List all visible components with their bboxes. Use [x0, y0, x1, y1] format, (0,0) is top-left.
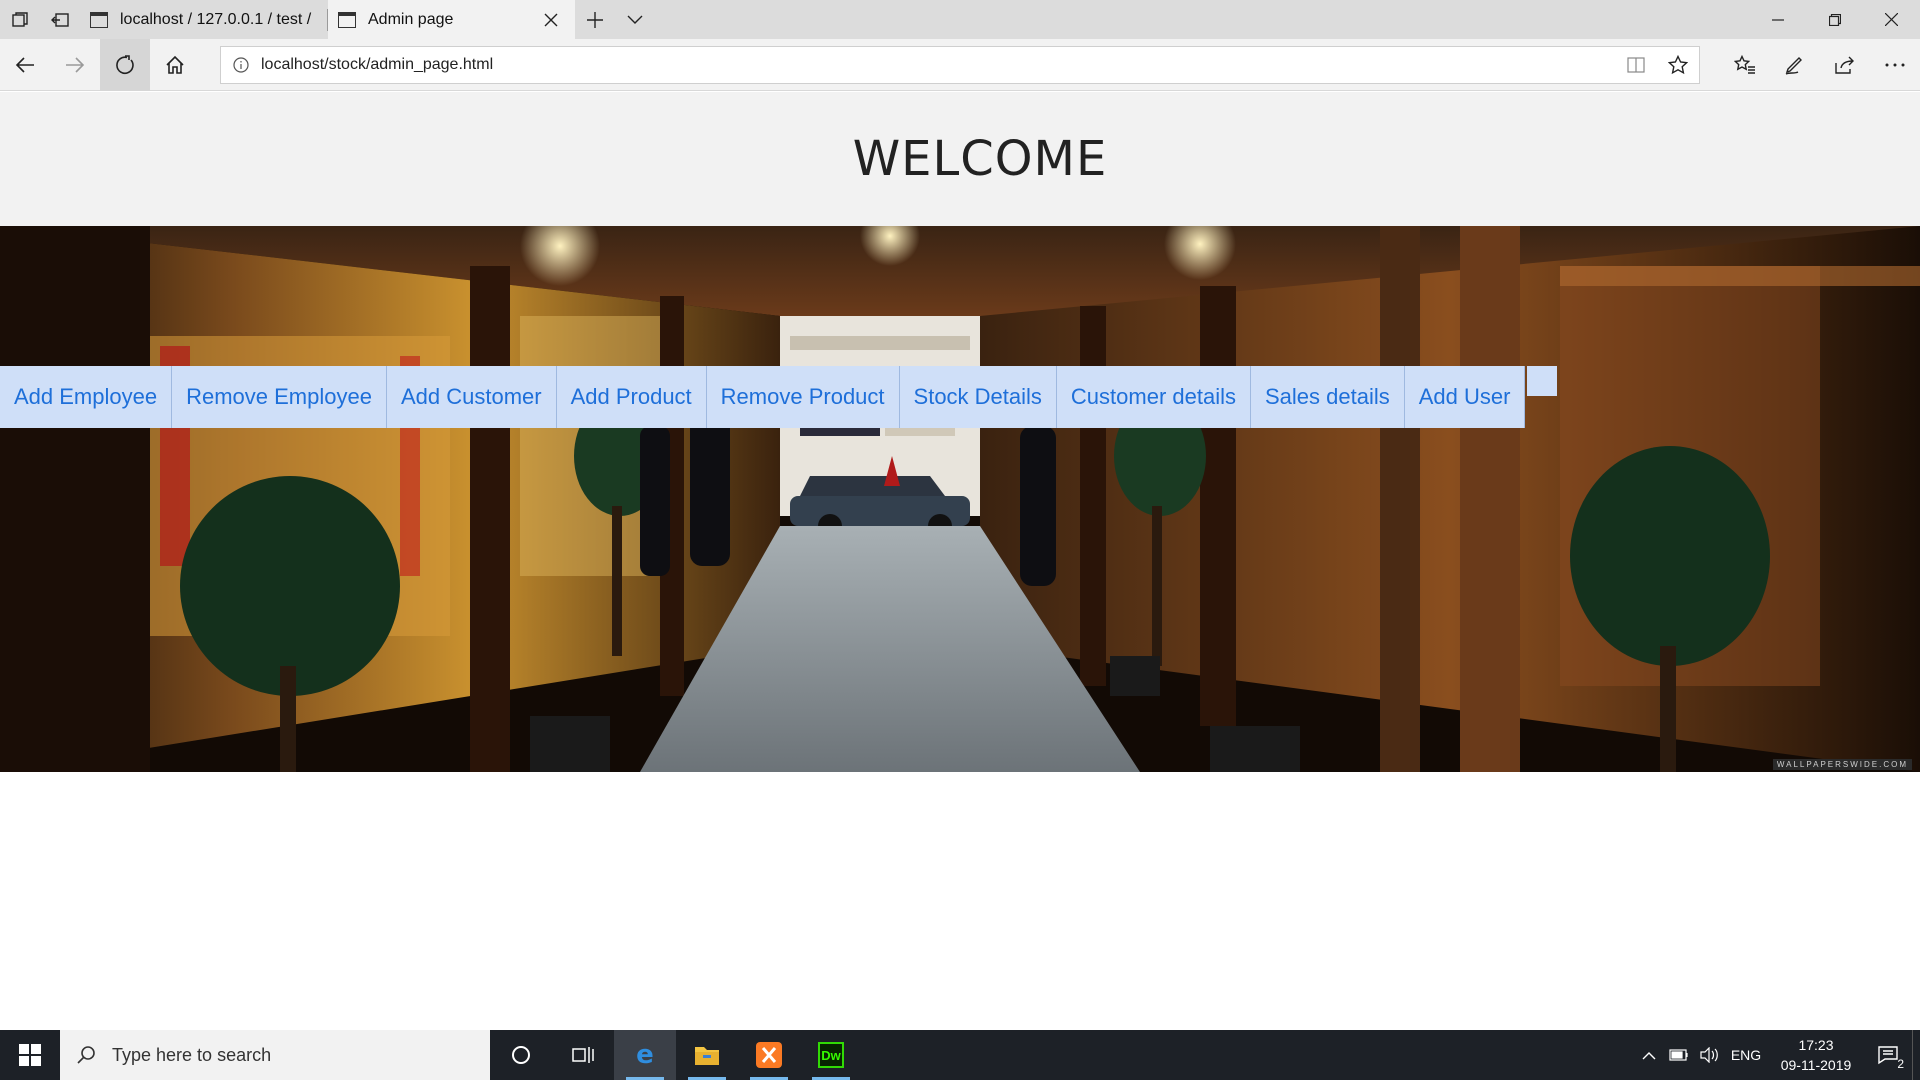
edge-icon[interactable]: e	[614, 1030, 676, 1080]
shopping-arcade-illustration	[0, 226, 1920, 772]
tab-phpmyadmin[interactable]: localhost / 127.0.0.1 / test /	[80, 0, 328, 39]
tab-label: localhost / 127.0.0.1 / test /	[120, 10, 312, 28]
task-view-icon[interactable]	[552, 1030, 614, 1080]
tab-admin-page[interactable]: Admin page	[328, 0, 575, 39]
add-product-link[interactable]: Add Product	[556, 366, 707, 428]
svg-text:e: e	[636, 1041, 654, 1069]
minimize-icon[interactable]	[1749, 0, 1806, 39]
hero-image: WALLPAPERSWIDE.COM	[0, 226, 1920, 772]
taskbar-search[interactable]: Type here to search	[60, 1030, 490, 1080]
close-window-icon[interactable]	[1863, 0, 1920, 39]
volume-icon[interactable]	[1694, 1047, 1724, 1063]
browser-toolbar: localhost/stock/admin_page.html	[0, 38, 1920, 91]
add-employee-link[interactable]: Add Employee	[0, 366, 173, 428]
stock-details-link[interactable]: Stock Details	[899, 366, 1057, 428]
search-icon	[60, 1045, 112, 1065]
sales-details-link[interactable]: Sales details	[1251, 366, 1405, 428]
more-icon[interactable]	[1870, 39, 1920, 91]
language-indicator[interactable]: ENG	[1724, 1047, 1768, 1063]
set-tabs-aside-icon[interactable]	[40, 0, 80, 39]
page-icon	[90, 11, 108, 28]
customer-details-link[interactable]: Customer details	[1056, 366, 1251, 428]
page-title: WELCOME	[852, 131, 1108, 187]
file-explorer-icon[interactable]	[676, 1030, 738, 1080]
new-tab-icon[interactable]	[575, 0, 615, 39]
refresh-icon[interactable]	[100, 38, 150, 91]
share-icon[interactable]	[1820, 39, 1870, 91]
home-icon[interactable]	[150, 39, 200, 91]
chevron-down-icon[interactable]	[615, 0, 655, 39]
add-customer-link[interactable]: Add Customer	[386, 366, 557, 428]
search-placeholder: Type here to search	[112, 1044, 272, 1065]
remove-product-link[interactable]: Remove Product	[706, 366, 900, 428]
web-note-icon[interactable]	[1770, 39, 1820, 91]
cortana-icon[interactable]	[490, 1030, 552, 1080]
clock-date: 09-11-2019	[1780, 1057, 1852, 1073]
windows-start-icon[interactable]	[0, 1030, 60, 1080]
info-icon[interactable]	[221, 57, 261, 73]
close-icon[interactable]	[541, 10, 561, 30]
url-text[interactable]: localhost/stock/admin_page.html	[261, 56, 1615, 74]
page-icon	[338, 11, 356, 28]
tab-actions-icon[interactable]	[0, 0, 40, 39]
dreamweaver-label: Dw	[821, 1047, 841, 1063]
clock-time: 17:23	[1798, 1037, 1834, 1053]
notification-count: 2	[1897, 1057, 1904, 1071]
favorite-star-icon[interactable]	[1657, 55, 1699, 75]
dreamweaver-icon[interactable]: Dw	[800, 1030, 862, 1080]
forward-icon[interactable]	[50, 39, 100, 91]
show-desktop-button[interactable]	[1912, 1030, 1920, 1080]
page-content: WELCOME WALLPAPERSWIDE.COM Add Employee …	[0, 92, 1920, 1030]
chevron-up-icon[interactable]	[1634, 1050, 1664, 1060]
system-tray: ENG 17:23 09-11-2019 2	[1634, 1030, 1920, 1080]
clock[interactable]: 17:23 09-11-2019	[1768, 1035, 1864, 1075]
tab-label: Admin page	[368, 10, 454, 28]
back-icon[interactable]	[0, 39, 50, 91]
empty-menu-item[interactable]	[1527, 366, 1558, 396]
address-bar[interactable]: localhost/stock/admin_page.html	[220, 46, 1700, 84]
reading-view-icon[interactable]	[1615, 56, 1657, 74]
browser-title-bar: localhost / 127.0.0.1 / test / Admin pag…	[0, 0, 1920, 39]
windows-taskbar: Type here to search e Dw ENG 17:23 09-11…	[0, 1030, 1920, 1080]
welcome-header: WELCOME	[0, 92, 1920, 226]
xampp-icon[interactable]	[738, 1030, 800, 1080]
favorites-icon[interactable]	[1720, 39, 1770, 91]
battery-icon[interactable]	[1664, 1049, 1694, 1061]
remove-employee-link[interactable]: Remove Employee	[172, 366, 387, 428]
admin-menu: Add Employee Remove Employee Add Custome…	[0, 366, 1558, 428]
add-user-link[interactable]: Add User	[1404, 366, 1526, 428]
hero-watermark: WALLPAPERSWIDE.COM	[1772, 759, 1912, 770]
restore-icon[interactable]	[1806, 0, 1863, 39]
action-center-icon[interactable]: 2	[1864, 1045, 1912, 1071]
